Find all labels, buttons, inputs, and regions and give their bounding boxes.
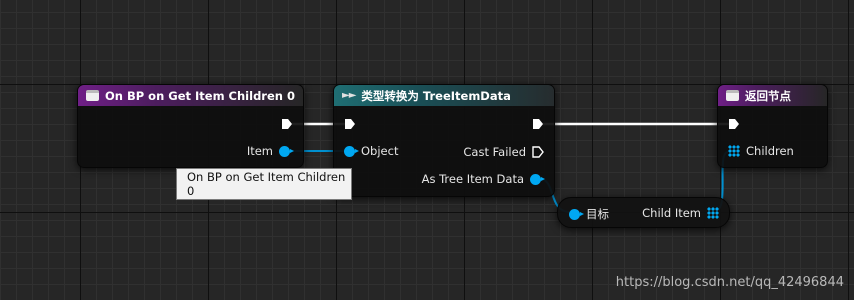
- return-exec-in-row[interactable]: [728, 118, 740, 130]
- return-box-icon: [726, 90, 739, 101]
- as-tree-item-data-label: As Tree Item Data: [421, 172, 524, 186]
- cast-object-pin-row[interactable]: Object: [344, 144, 398, 158]
- cast-exec-out-row[interactable]: [532, 118, 544, 130]
- event-node-header[interactable]: On BP on Get Item Children 0: [78, 85, 303, 106]
- return-children-row[interactable]: Children: [728, 144, 794, 158]
- child-item-label: Child Item: [642, 206, 701, 220]
- return-node-title: 返回节点: [745, 88, 791, 103]
- getter-child-item-row[interactable]: Child Item: [642, 206, 719, 220]
- cast-as-pin-row[interactable]: As Tree Item Data: [421, 172, 545, 186]
- cast-node-header[interactable]: ►► 类型转换为 TreeItemData: [334, 85, 554, 106]
- item-pin-icon[interactable]: [279, 145, 294, 157]
- cast-failed-row[interactable]: Cast Failed: [463, 145, 544, 159]
- object-pin-label: Object: [361, 144, 399, 158]
- event-node-title: On BP on Get Item Children 0: [105, 88, 295, 103]
- exec-in-pin-icon[interactable]: [728, 118, 740, 130]
- target-pin-label: 目标: [586, 207, 609, 221]
- children-array-pin-icon[interactable]: [728, 145, 740, 157]
- cast-exec-in-row[interactable]: [344, 118, 356, 130]
- item-pin-label: Item: [246, 144, 273, 158]
- event-node[interactable]: On BP on Get Item Children 0 Item: [77, 84, 304, 168]
- cast-arrow-icon: ►►: [342, 90, 356, 101]
- tooltip-text: On BP on Get Item Children 0: [187, 170, 346, 198]
- getter-target-row[interactable]: 目标: [569, 206, 609, 222]
- event-exec-out-row[interactable]: [281, 118, 293, 130]
- target-pin-icon[interactable]: [569, 208, 584, 220]
- event-box-icon: [86, 90, 99, 101]
- child-item-getter-node[interactable]: 目标 Child Item: [557, 197, 730, 228]
- watermark: https://blog.csdn.net/qq_42496844: [615, 275, 844, 290]
- cast-failed-label: Cast Failed: [463, 145, 526, 159]
- object-pin-icon[interactable]: [344, 145, 359, 157]
- event-item-pin-row[interactable]: Item: [246, 144, 294, 158]
- exec-out-pin-icon[interactable]: [532, 118, 544, 130]
- cast-node[interactable]: ►► 类型转换为 TreeItemData Object Cast Failed…: [333, 84, 555, 197]
- cast-node-title: 类型转换为 TreeItemData: [361, 88, 511, 103]
- exec-out-pin-icon[interactable]: [281, 118, 293, 130]
- array-pin-icon[interactable]: [707, 207, 719, 219]
- cast-failed-exec-pin-icon[interactable]: [532, 146, 544, 158]
- return-node[interactable]: 返回节点 Children: [717, 84, 828, 168]
- exec-in-pin-icon[interactable]: [344, 118, 356, 130]
- as-tree-item-data-pin-icon[interactable]: [530, 173, 545, 185]
- children-pin-label: Children: [746, 144, 794, 158]
- pin-tooltip: On BP on Get Item Children 0: [176, 168, 352, 200]
- return-node-header[interactable]: 返回节点: [718, 85, 827, 106]
